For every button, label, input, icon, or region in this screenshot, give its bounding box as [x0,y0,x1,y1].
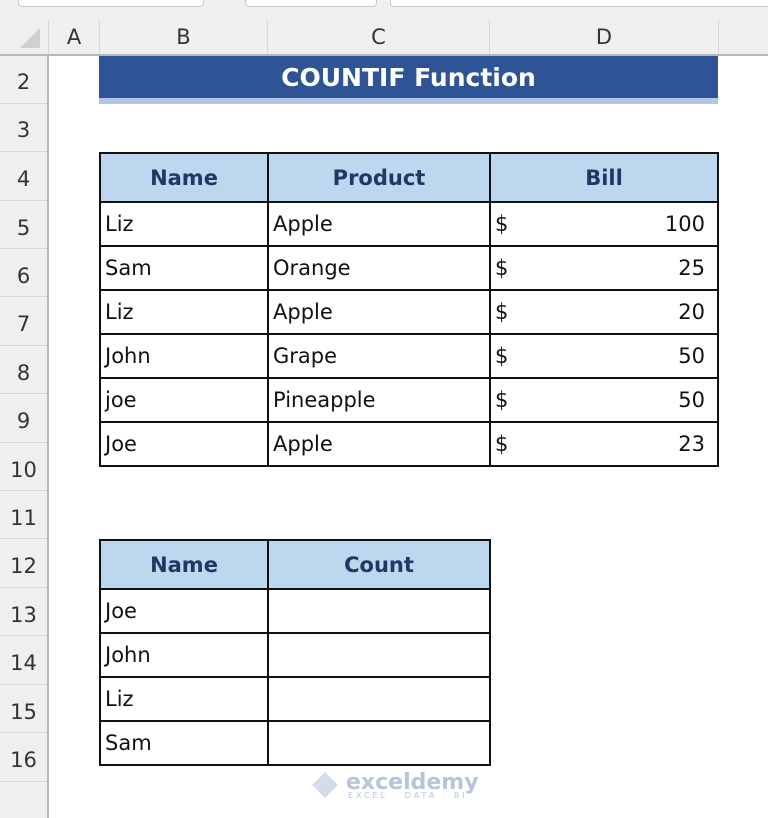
currency-symbol: $ [495,388,509,412]
cell-bill[interactable]: $20 [489,289,719,335]
cell-name[interactable]: Sam [99,245,269,291]
toolbar-box[interactable] [245,0,377,7]
table-row: Sam [99,720,491,766]
row-header[interactable]: 8 [0,346,47,394]
row-header[interactable]: 14 [0,636,47,685]
cell-name[interactable]: Joe [99,588,269,634]
row-header[interactable]: 5 [0,201,47,249]
row-header[interactable]: 15 [0,685,47,733]
cell-name[interactable]: Sam [99,720,269,766]
column-header-a[interactable]: A [49,20,100,54]
table-row: Joe Apple $23 [99,421,719,467]
cell-product[interactable]: Apple [267,421,491,467]
count-table: Name Count Joe John Liz Sam [99,539,491,766]
cell-name[interactable]: joe [99,377,269,423]
row-header[interactable]: 10 [0,443,47,491]
header-name[interactable]: Name [99,539,269,590]
formula-bar[interactable] [390,0,768,7]
watermark: exceldemy EXCEL · DATA · BI [312,770,479,800]
table-row: John [99,632,491,678]
cell-name[interactable]: Liz [99,289,269,335]
header-name[interactable]: Name [99,152,269,203]
cell-name[interactable]: John [99,632,269,678]
cell-name[interactable]: Liz [99,676,269,722]
row-header[interactable]: 4 [0,152,47,201]
currency-symbol: $ [495,344,509,368]
table-row: Liz Apple $100 [99,201,719,247]
exceldemy-logo-icon [312,772,338,798]
cell-count[interactable] [267,632,491,678]
cell-bill[interactable]: $50 [489,333,719,379]
row-header[interactable]: 3 [0,104,47,152]
row-header[interactable]: 6 [0,249,47,297]
row-header[interactable]: 16 [0,733,47,782]
column-header-d[interactable]: D [490,20,719,54]
sheet-title[interactable]: COUNTIF Function [99,56,718,104]
bill-amount: 25 [678,256,705,280]
row-headers: 2 3 4 5 6 7 8 9 10 11 12 13 14 15 16 [0,56,49,818]
table-row: Liz Apple $20 [99,289,719,335]
bill-amount: 50 [678,344,705,368]
cell-bill[interactable]: $100 [489,201,719,247]
currency-symbol: $ [495,300,509,324]
row-header[interactable]: 12 [0,539,47,588]
row-header[interactable]: 11 [0,491,47,539]
main-table: Name Product Bill Liz Apple $100 Sam Ora… [99,152,719,467]
cell-count[interactable] [267,720,491,766]
table-header-row: Name Product Bill [99,152,719,203]
table-row: Joe [99,588,491,634]
table-header-row: Name Count [99,539,491,590]
cell-count[interactable] [267,588,491,634]
bill-amount: 50 [678,388,705,412]
currency-symbol: $ [495,256,509,280]
header-product[interactable]: Product [267,152,491,203]
select-all-button[interactable] [0,20,49,54]
currency-symbol: $ [495,212,509,236]
table-row: John Grape $50 [99,333,719,379]
watermark-tagline: EXCEL · DATA · BI [348,791,468,800]
cell-bill[interactable]: $25 [489,245,719,291]
column-header-b[interactable]: B [100,20,268,54]
column-header-c[interactable]: C [268,20,490,54]
bill-amount: 23 [678,432,705,456]
row-header[interactable]: 7 [0,297,47,346]
table-row: joe Pineapple $50 [99,377,719,423]
cell-name[interactable]: Joe [99,421,269,467]
table-row: Sam Orange $25 [99,245,719,291]
row-header[interactable]: 9 [0,394,47,443]
header-count[interactable]: Count [267,539,491,590]
cell-product[interactable]: Orange [267,245,491,291]
row-header[interactable]: 2 [0,56,47,104]
cell-product[interactable]: Apple [267,201,491,247]
table-row: Liz [99,676,491,722]
column-headers: A B C D [0,20,768,56]
row-header[interactable]: 13 [0,588,47,636]
cell-product[interactable]: Pineapple [267,377,491,423]
bill-amount: 100 [664,212,705,236]
toolbar-strip [0,0,768,20]
header-bill[interactable]: Bill [489,152,719,203]
cell-count[interactable] [267,676,491,722]
name-box[interactable] [18,0,204,7]
cell-name[interactable]: John [99,333,269,379]
currency-symbol: $ [495,432,509,456]
cell-product[interactable]: Grape [267,333,491,379]
cell-name[interactable]: Liz [99,201,269,247]
cell-bill[interactable]: $23 [489,421,719,467]
select-all-icon [20,28,40,48]
cell-bill[interactable]: $50 [489,377,719,423]
cell-product[interactable]: Apple [267,289,491,335]
bill-amount: 20 [678,300,705,324]
